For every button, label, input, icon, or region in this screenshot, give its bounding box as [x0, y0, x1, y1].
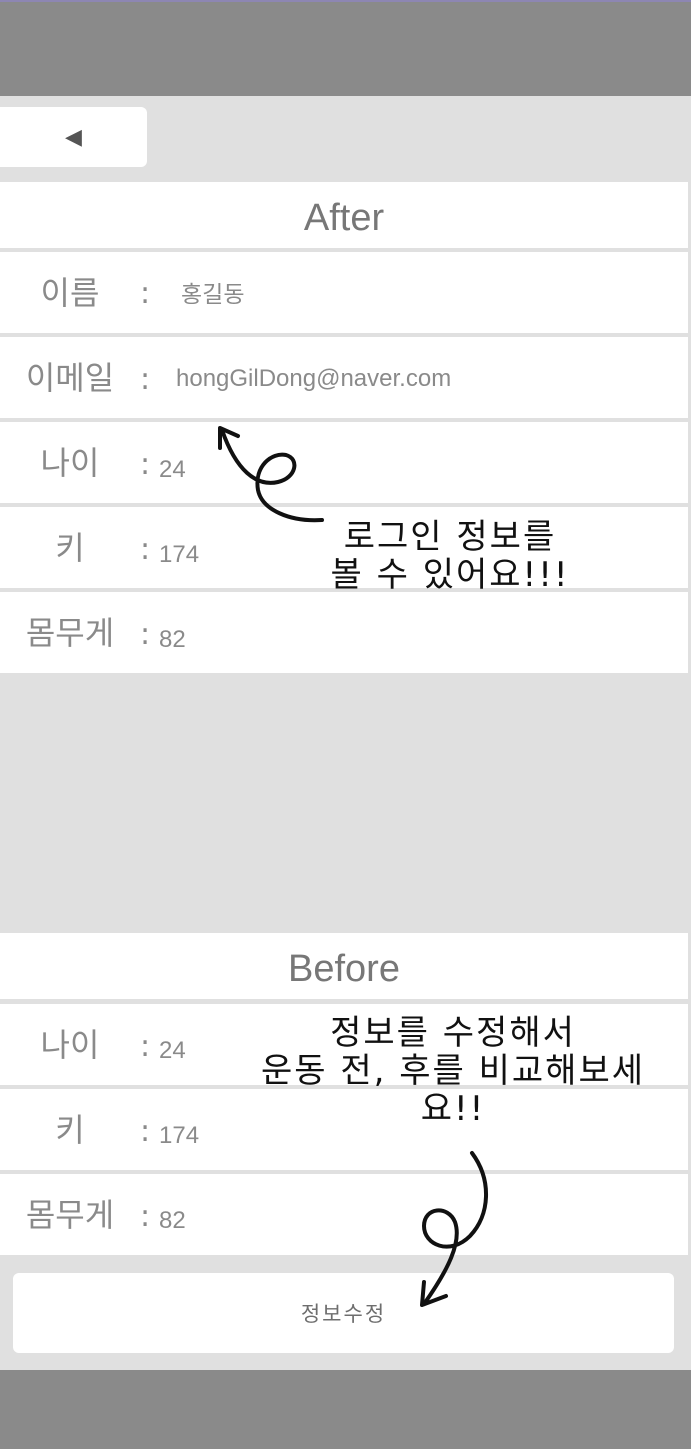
- weight-value: 82: [159, 626, 186, 653]
- annotation-line: 볼 수 있어요!!!: [330, 555, 570, 596]
- after-header: After: [0, 182, 688, 248]
- edit-info-annotation: 정보를 수정해서 운동 전, 후를 비교해보세 요!!: [232, 1014, 674, 1128]
- height-label: 키: [55, 1111, 85, 1149]
- annotation-line: 운동 전, 후를 비교해보세: [260, 1051, 646, 1092]
- bottom-bar: [0, 1370, 691, 1449]
- colon: :: [140, 362, 151, 397]
- edit-info-button[interactable]: 정보수정: [13, 1273, 674, 1353]
- annotation-line: 요!!: [420, 1089, 486, 1130]
- age-value: 24: [159, 1037, 186, 1064]
- back-arrow-icon: ◀: [65, 124, 82, 150]
- colon: :: [140, 276, 151, 311]
- email-value: hongGilDong@naver.com: [176, 365, 452, 392]
- before-title: Before: [288, 948, 400, 990]
- name-value: 홍길동: [181, 282, 245, 308]
- weight-label: 몸무게: [25, 1196, 115, 1234]
- weight-label: 몸무게: [25, 614, 115, 652]
- email-label: 이메일: [25, 359, 115, 397]
- age-value: 24: [159, 456, 186, 483]
- after-title: After: [303, 197, 385, 239]
- annotation-line: 정보를 수정해서: [330, 1013, 576, 1053]
- info-row-email: 이메일 : hongGilDong@naver.com: [0, 337, 688, 418]
- height-value: 174: [159, 1122, 200, 1149]
- login-info-annotation: 로그인 정보를 볼 수 있어요!!!: [315, 518, 585, 594]
- age-label: 나이: [40, 444, 100, 482]
- before-row-weight: 몸무게 : 82: [0, 1174, 688, 1255]
- colon: :: [140, 447, 151, 482]
- colon: :: [140, 1114, 151, 1149]
- info-row-name: 이름 : 홍길동: [0, 252, 688, 333]
- back-button[interactable]: ◀: [0, 107, 147, 167]
- age-label: 나이: [40, 1026, 100, 1064]
- top-bar: [0, 0, 691, 96]
- colon: :: [140, 532, 151, 567]
- colon: :: [140, 1199, 151, 1234]
- annotation-line: 로그인 정보를: [343, 517, 557, 557]
- height-label: 키: [55, 529, 85, 567]
- colon: :: [140, 617, 151, 652]
- info-row-age: 나이 : 24: [0, 422, 688, 503]
- info-row-weight: 몸무게 : 82: [0, 592, 688, 673]
- name-label: 이름: [40, 274, 100, 312]
- edit-info-label: 정보수정: [300, 1302, 387, 1326]
- before-header: Before: [0, 933, 688, 999]
- height-value: 174: [159, 541, 200, 568]
- weight-value: 82: [159, 1207, 186, 1234]
- colon: :: [140, 1029, 151, 1064]
